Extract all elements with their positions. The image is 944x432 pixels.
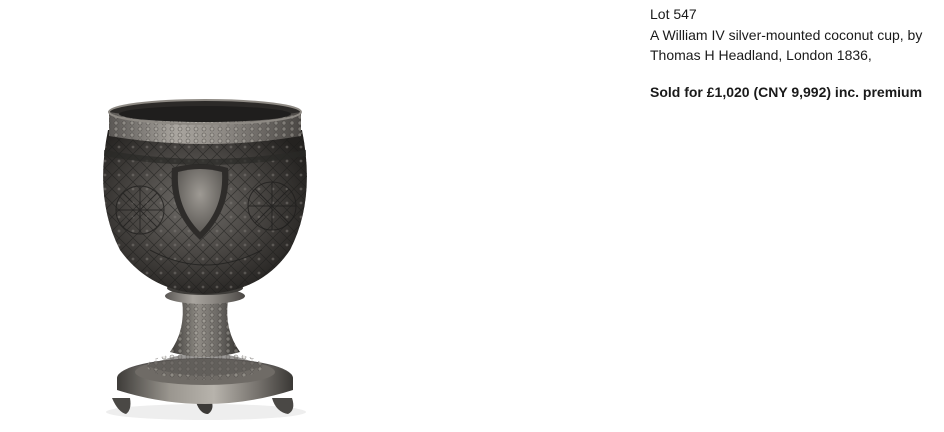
sold-price: Sold for £1,020 (CNY 9,992) inc. premium [650,83,923,100]
lot-description: A William IV silver-mounted coconut cup,… [650,26,923,64]
lot-number: Lot 547 [650,6,697,22]
lot-photo [0,0,630,432]
lot-info-panel: Lot 547 A William IV silver-mounted coco… [650,4,940,102]
coconut-cup-image [103,99,307,420]
